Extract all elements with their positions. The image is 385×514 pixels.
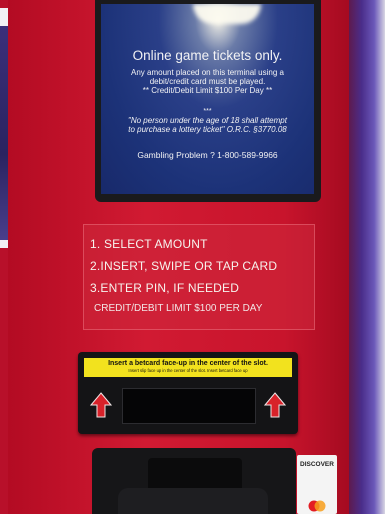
step-insert-card: 2.INSERT, SWIPE OR TAP CARD	[90, 259, 278, 273]
screen-notice-line: debit/credit card must be played.	[149, 77, 266, 86]
screen-glare	[193, 4, 261, 24]
daily-limit-text: CREDIT/DEBIT LIMIT $100 PER DAY	[94, 303, 263, 314]
screen-limit-line: ** Credit/Debit Limit $100 Per Day **	[142, 86, 273, 95]
reader-banner: Insert a betcard face-up in the center o…	[84, 358, 292, 377]
arrow-up-icon	[90, 392, 112, 418]
accepted-cards-sticker: DISCOVER	[297, 455, 337, 514]
card-reader-lip	[118, 488, 268, 514]
gambling-helpline: Gambling Problem ? 1-800-589-9966	[137, 150, 278, 160]
reader-banner-text: Insert a betcard face-up in the center o…	[108, 360, 268, 367]
screen-age-notice: "No person under the age of 18 shall att…	[128, 116, 287, 125]
mastercard-logo-icon	[308, 500, 326, 512]
instruction-label: 1. SELECT AMOUNT 2.INSERT, SWIPE OR TAP …	[83, 224, 315, 330]
cabinet-side-trim	[349, 0, 385, 514]
step-enter-pin: 3.ENTER PIN, IF NEEDED	[90, 281, 240, 295]
screen-separator: ***	[203, 108, 212, 115]
screen-age-notice: to purchase a lottery ticket" O.R.C. §37…	[128, 125, 287, 134]
discover-logo: DISCOVER	[300, 461, 334, 468]
betcard-slot[interactable]	[122, 388, 256, 424]
arrow-up-icon	[264, 392, 286, 418]
reader-fine-print: Insert slip face up in the center of the…	[128, 368, 248, 373]
betcard-reader[interactable]: Insert a betcard face-up in the center o…	[78, 352, 298, 434]
card-reader-housing	[92, 448, 296, 514]
terminal-screen[interactable]: Online game tickets only. Any amount pla…	[101, 4, 314, 194]
lottery-terminal-photo: Online game tickets only. Any amount pla…	[0, 0, 385, 514]
screen-title: Online game tickets only.	[132, 48, 283, 63]
step-select-amount: 1. SELECT AMOUNT	[90, 237, 208, 251]
screen-notice-line: Any amount placed on this terminal using…	[131, 68, 284, 77]
